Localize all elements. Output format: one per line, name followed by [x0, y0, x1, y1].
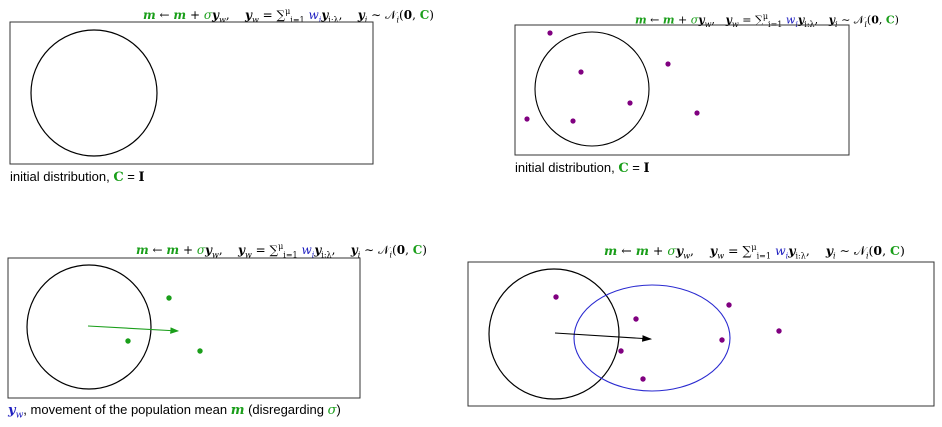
sample-point — [719, 337, 725, 343]
sample-point — [726, 302, 732, 308]
mean-shift-arrow — [554, 332, 653, 342]
panel-frame — [467, 261, 935, 407]
updated-distribution-ellipse — [573, 284, 731, 392]
distribution-circle — [488, 268, 620, 400]
sample-point — [776, 328, 782, 334]
sample-point — [618, 348, 624, 354]
sample-point — [640, 376, 646, 382]
panel-bottom-right — [467, 261, 935, 407]
sample-point — [553, 294, 559, 300]
sample-point — [633, 316, 639, 322]
